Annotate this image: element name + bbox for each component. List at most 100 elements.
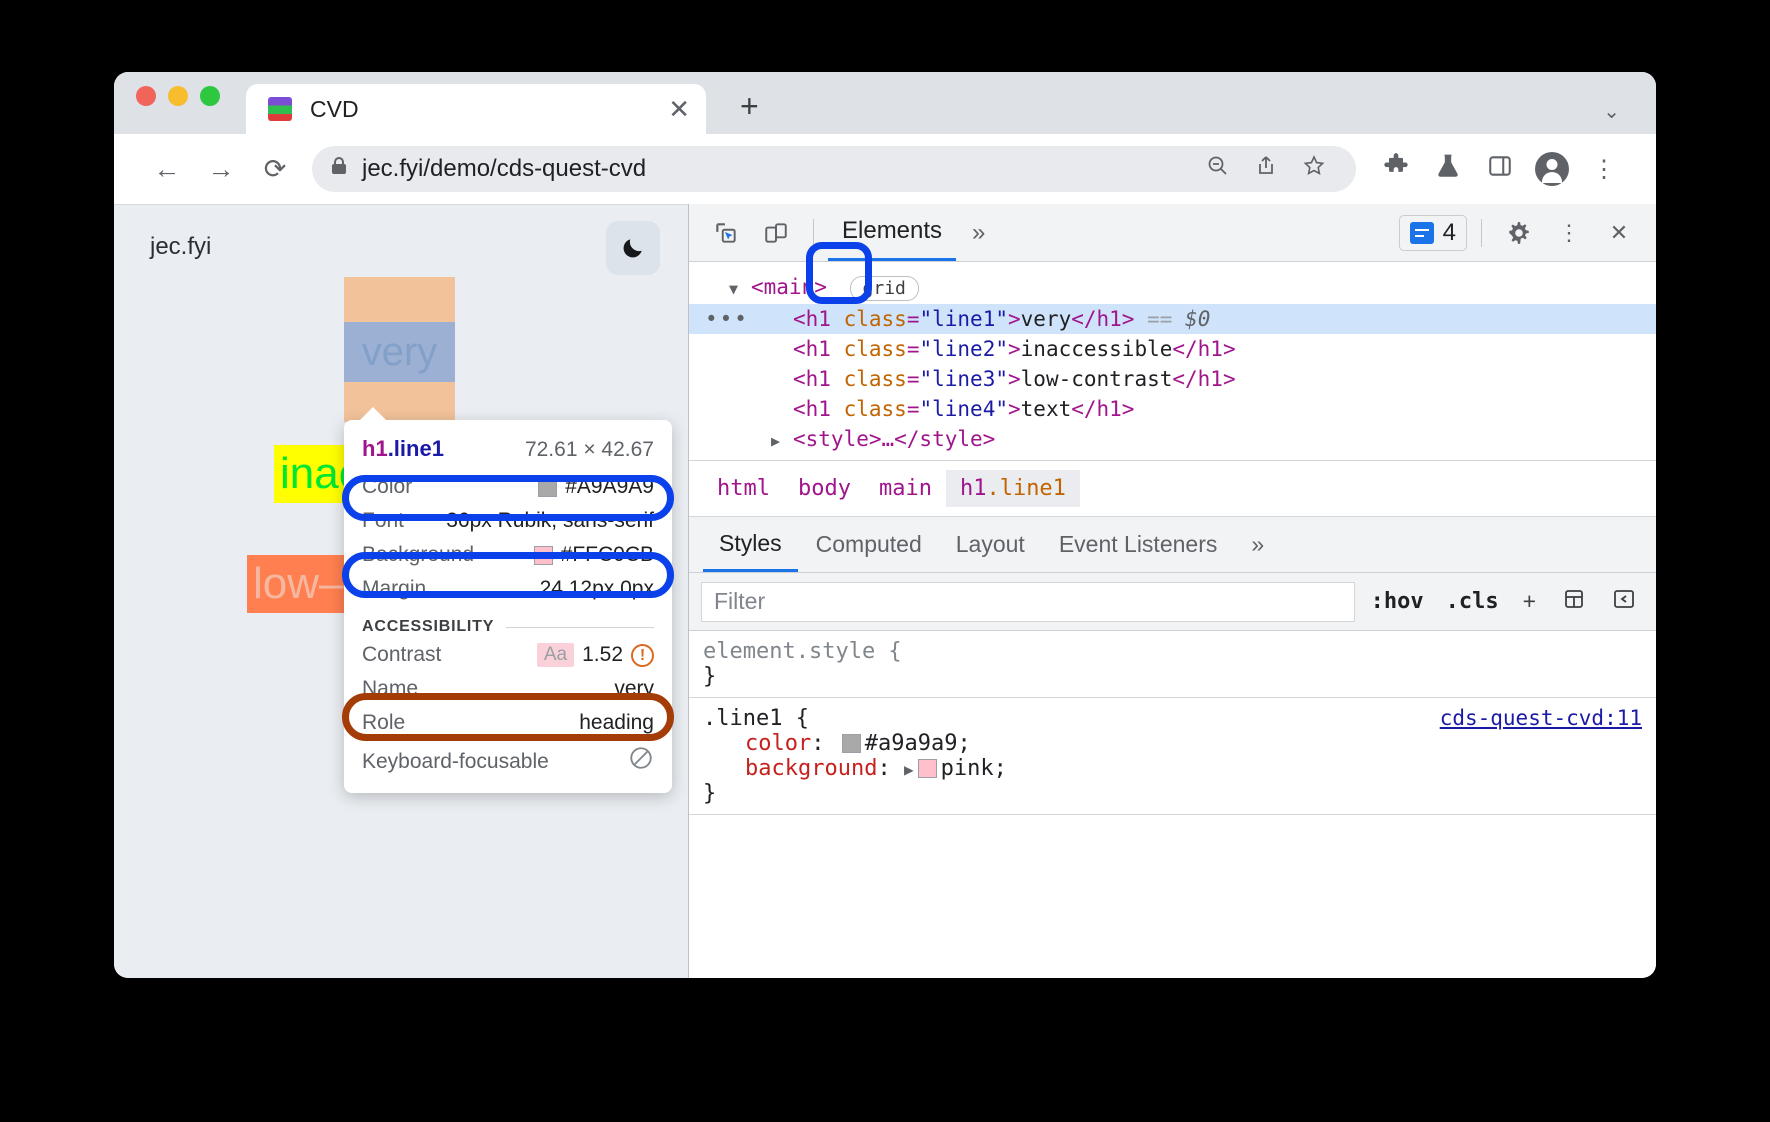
devtools-panel: Elements » 4 ⋮ ✕ ▼ <main> grid [688, 204, 1656, 978]
browser-tab[interactable]: CVD ✕ [246, 84, 706, 134]
address-bar[interactable]: jec.fyi/demo/cds-quest-cvd [312, 146, 1356, 192]
declaration-value[interactable]: pink; [941, 756, 1007, 781]
breadcrumb-body[interactable]: body [784, 470, 865, 507]
rule-close-brace: } [703, 664, 1642, 689]
contrast-aa-badge: Aa [537, 643, 574, 667]
colon: : [811, 731, 838, 756]
dom-dollar-zero: $0 [1185, 307, 1210, 331]
rule-selector[interactable]: element.style { [703, 639, 902, 664]
color-swatch[interactable] [842, 734, 861, 753]
minimize-window-button[interactable] [168, 86, 188, 106]
close-tab-icon[interactable]: ✕ [668, 96, 690, 122]
collapse-triangle-icon[interactable]: ▶ [771, 432, 780, 450]
tooltip-row-contrast: Contrast Aa 1.52 ! [344, 638, 672, 672]
accessible-name-value: very [614, 677, 654, 701]
tooltip-color-value: #A9A9A9 [565, 475, 654, 499]
dom-node-main[interactable]: ▼ <main> grid [689, 272, 1656, 304]
maximize-window-button[interactable] [200, 86, 220, 106]
breadcrumb-h1-line1[interactable]: h1.line1 [946, 470, 1080, 507]
declaration-property[interactable]: background [745, 756, 877, 781]
breadcrumb-main[interactable]: main [865, 470, 946, 507]
more-panels-icon[interactable]: » [960, 219, 997, 247]
bookmark-star-icon[interactable] [1290, 154, 1338, 184]
forward-button[interactable]: → [194, 154, 248, 185]
tooltip-key: Name [362, 677, 418, 701]
divider [1481, 219, 1482, 247]
declaration-color[interactable]: color: #a9a9a9; [703, 731, 1642, 756]
styles-filter-bar: Filter :hov .cls + [689, 573, 1656, 631]
colon: : [877, 756, 904, 781]
grid-badge[interactable]: grid [850, 276, 919, 301]
highlighted-word: very [344, 322, 455, 382]
rule-source-link[interactable]: cds-quest-cvd:11 [1440, 706, 1642, 730]
rule-selector[interactable]: .line1 { [703, 706, 809, 731]
declaration-value[interactable]: #a9a9a9; [865, 731, 971, 756]
declaration-background[interactable]: background: ▶ pink; [703, 756, 1642, 781]
window-controls [136, 72, 220, 134]
not-focusable-icon [628, 745, 654, 778]
profile-avatar[interactable] [1535, 152, 1569, 186]
expand-arrow-icon[interactable]: ▶ [904, 760, 914, 779]
devtools-menu-button[interactable]: ⋮ [1546, 213, 1592, 253]
page-viewport: jec.fyi very inac low– h1.line1 72.61 × … [114, 204, 688, 978]
declaration-property[interactable]: color [745, 731, 811, 756]
tooltip-row-font: Font 36px Rubik, sans-serif [344, 504, 672, 538]
toggle-sidebar-icon[interactable] [1604, 587, 1644, 617]
issues-count: 4 [1443, 219, 1456, 247]
share-icon[interactable] [1242, 154, 1290, 184]
chevron-down-icon[interactable]: ⌄ [1603, 102, 1620, 122]
close-devtools-icon[interactable]: ✕ [1596, 213, 1642, 253]
theme-toggle-button[interactable] [606, 221, 660, 275]
experiments-flask-icon[interactable] [1422, 152, 1474, 187]
reload-button[interactable]: ⟳ [248, 154, 302, 185]
dom-attr-name: class [844, 397, 907, 421]
breadcrumb-class: .line1 [986, 476, 1065, 501]
accessible-role-value: heading [579, 711, 654, 735]
tooltip-selector-tag: h1 [362, 436, 388, 461]
dom-close-tag: </h1> [1172, 367, 1235, 391]
tab-layout[interactable]: Layout [940, 518, 1041, 572]
tab-strip: CVD ✕ + ⌄ [114, 72, 1656, 134]
tooltip-value: #A9A9A9 [538, 475, 654, 499]
dom-attr-name: class [844, 367, 907, 391]
back-button[interactable]: ← [140, 154, 194, 185]
issues-counter[interactable]: 4 [1399, 215, 1467, 251]
tooltip-header: h1.line1 72.61 × 42.67 [344, 432, 672, 470]
dom-node-h1-line3[interactable]: <h1 class="line3">low-contrast</h1> [689, 364, 1656, 394]
tooltip-row-margin: Margin 24.12px 0px [344, 572, 672, 606]
device-toolbar-icon[interactable] [753, 213, 799, 253]
tab-elements[interactable]: Elements [828, 205, 956, 261]
hov-toggle[interactable]: :hov [1365, 589, 1430, 614]
tooltip-key: Role [362, 711, 405, 735]
tab-computed[interactable]: Computed [800, 518, 938, 572]
dom-node-style[interactable]: ▶ <style>…</style> [689, 424, 1656, 454]
dom-node-h1-line4[interactable]: <h1 class="line4">text</h1> [689, 394, 1656, 424]
side-panel-icon[interactable] [1474, 153, 1526, 186]
newstyle-icon[interactable] [1554, 587, 1594, 617]
url-text: jec.fyi/demo/cds-quest-cvd [362, 155, 1194, 183]
extensions-puzzle-icon[interactable] [1370, 152, 1422, 187]
node-ellipsis-icon[interactable]: ••• [705, 307, 749, 331]
tab-event-listeners[interactable]: Event Listeners [1043, 518, 1234, 572]
more-style-tabs-icon[interactable]: » [1235, 518, 1280, 572]
dom-equals: = [907, 367, 920, 391]
tooltip-key: Color [362, 475, 412, 499]
expand-triangle-icon[interactable]: ▼ [729, 280, 738, 298]
gear-icon[interactable] [1496, 213, 1542, 253]
tab-styles[interactable]: Styles [703, 518, 798, 572]
dom-attr-value: "line2" [919, 337, 1008, 361]
cls-toggle[interactable]: .cls [1440, 589, 1505, 614]
rule-element-style: element.style { } [689, 631, 1656, 698]
dom-attr-name: class [844, 337, 907, 361]
close-window-button[interactable] [136, 86, 156, 106]
browser-menu-button[interactable]: ⋮ [1578, 155, 1630, 184]
dom-node-h1-line1[interactable]: ••• <h1 class="line1">very</h1> == $0 [689, 304, 1656, 334]
background-swatch[interactable] [918, 759, 937, 778]
new-tab-button[interactable]: + [740, 90, 759, 122]
breadcrumb-html[interactable]: html [703, 470, 784, 507]
filter-input[interactable]: Filter [701, 582, 1355, 622]
dom-node-h1-line2[interactable]: <h1 class="line2">inaccessible</h1> [689, 334, 1656, 364]
inspect-element-icon[interactable] [703, 213, 749, 253]
zoom-out-icon[interactable] [1194, 154, 1242, 184]
add-style-rule-button[interactable]: + [1515, 588, 1544, 615]
